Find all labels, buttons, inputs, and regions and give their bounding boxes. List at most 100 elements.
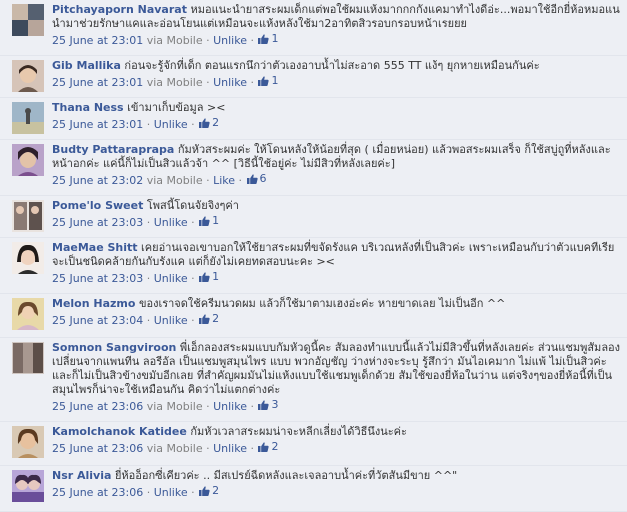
comment-timestamp[interactable]: 25 June at 23:06 [52, 486, 143, 499]
comment-item: Budty Pattaraprapa กัมหัวสระผมค่ะ ให้โดน… [0, 140, 627, 196]
comment-timestamp[interactable]: 25 June at 23:01 [52, 118, 143, 131]
comment-body: Pome'lo Sweet โพสนี้โดนจัยจิงๆค่า 25 Jun… [52, 199, 621, 230]
comment-meta: 25 June at 23:03 · Unlike · 1 [52, 270, 621, 286]
like-count-value: 2 [212, 116, 220, 129]
separator: · [250, 400, 254, 413]
thumbs-up-icon [258, 76, 270, 86]
comment-author[interactable]: Somnon Sangviroon [52, 341, 176, 354]
comment-timestamp[interactable]: 25 June at 23:06 [52, 400, 143, 413]
comment-timestamp[interactable]: 25 June at 23:02 [52, 174, 143, 187]
comment-item: Pitchayaporn Navarat หมอแนะนำยาสระผมเด็ก… [0, 0, 627, 56]
comment-item: Melon Hazmo ของเราจดใช้ครีมนวดผม แล้วก็ใ… [0, 294, 627, 338]
comment-body: Kamolchanok Katidee กัมหัวเวลาสระผมน่าจะ… [52, 425, 621, 456]
separator: · [250, 76, 254, 89]
comment-body: Thana Ness เข้ามาเก็บข้อมูล >< 25 June a… [52, 101, 621, 132]
like-count[interactable]: 2 [198, 484, 219, 498]
separator: · [206, 34, 210, 47]
separator: · [206, 442, 210, 455]
like-count[interactable]: 6 [246, 172, 267, 186]
comment-meta: 25 June at 23:01 via Mobile · Unlike · 1 [52, 74, 621, 90]
like-count-value: 2 [212, 484, 220, 497]
comment-item: Somnon Sangviroon พี่เอ็กลองสระผมแบบกัมห… [0, 338, 627, 422]
separator: · [146, 216, 151, 229]
thumbs-up-icon [246, 174, 258, 184]
comment-author[interactable]: Pitchayaporn Navarat [52, 3, 187, 16]
comment-meta: 25 June at 23:04 · Unlike · 2 [52, 312, 621, 328]
avatar[interactable] [12, 60, 44, 92]
comment-body: Budty Pattaraprapa กัมหัวสระผมค่ะ ให้โดน… [52, 143, 621, 188]
comment-text: ของเราจดใช้ครีมนวดผม แล้วก็ใช้มาตามเฮงอ่… [138, 297, 506, 310]
unlike-button[interactable]: Unlike [213, 34, 247, 47]
separator: · [146, 118, 151, 131]
comment-author[interactable]: Budty Pattaraprapa [52, 143, 174, 156]
separator: · [146, 272, 151, 285]
avatar[interactable] [12, 426, 44, 458]
unlike-button[interactable]: Unlike [154, 272, 188, 285]
comment-item: Pome'lo Sweet โพสนี้โดนจัยจิงๆค่า 25 Jun… [0, 196, 627, 238]
like-count[interactable]: 2 [198, 116, 219, 130]
comment-text: เข้ามาเก็บข้อมูล >< [127, 101, 226, 114]
comment-meta: 25 June at 23:01 via Mobile · Unlike · 1 [52, 32, 621, 48]
unlike-button[interactable]: Unlike [213, 76, 247, 89]
like-count[interactable]: 2 [198, 312, 219, 326]
comment-author[interactable]: Pome'lo Sweet [52, 199, 143, 212]
avatar[interactable] [12, 342, 44, 374]
separator: · [191, 314, 195, 327]
comment-timestamp[interactable]: 25 June at 23:06 [52, 442, 143, 455]
thumbs-up-icon [199, 314, 210, 324]
thumbs-up-icon [199, 486, 210, 496]
comment-author[interactable]: Kamolchanok Katidee [52, 425, 187, 438]
comment-meta: 25 June at 23:06 · Unlike · 2 [52, 484, 621, 500]
like-count[interactable]: 3 [257, 398, 278, 412]
like-count[interactable]: 1 [257, 74, 278, 88]
unlike-button[interactable]: Unlike [154, 118, 188, 131]
comment-text: โพสนี้โดนจัยจิงๆค่า [146, 199, 239, 212]
comment-author[interactable]: Thana Ness [52, 101, 124, 114]
comment-timestamp[interactable]: 25 June at 23:03 [52, 216, 143, 229]
comment-timestamp[interactable]: 25 June at 23:03 [52, 272, 143, 285]
separator: · [250, 442, 254, 455]
comment-timestamp[interactable]: 25 June at 23:04 [52, 314, 143, 327]
unlike-button[interactable]: Unlike [154, 486, 188, 499]
comment-item: Kamolchanok Katidee กัมหัวเวลาสระผมน่าจะ… [0, 422, 627, 466]
thumbs-up-icon [199, 216, 210, 226]
like-count[interactable]: 1 [198, 270, 219, 284]
comment-body: Gib Mallika ก่อนจะรู้จักที่เด็ก ตอนแรกนึ… [52, 59, 621, 90]
avatar[interactable] [12, 298, 44, 330]
separator: · [206, 76, 210, 89]
avatar[interactable] [12, 4, 44, 36]
comment-body: Nsr Alivia ยี่ห้ออ็อกซี่เคียวค่ะ .. มีสเ… [52, 469, 621, 500]
like-count[interactable]: 1 [257, 32, 278, 46]
unlike-button[interactable]: Unlike [213, 400, 247, 413]
unlike-button[interactable]: Unlike [213, 442, 247, 455]
comment-via: via Mobile [146, 400, 203, 413]
like-count-value: 3 [271, 398, 279, 411]
separator: · [146, 486, 151, 499]
unlike-button[interactable]: Unlike [154, 216, 188, 229]
like-button[interactable]: Like [213, 174, 235, 187]
unlike-button[interactable]: Unlike [154, 314, 188, 327]
comment-author[interactable]: Nsr Alivia [52, 469, 111, 482]
avatar[interactable] [12, 144, 44, 176]
avatar[interactable] [12, 242, 44, 274]
avatar[interactable] [12, 102, 44, 134]
like-count[interactable]: 2 [257, 440, 278, 454]
comment-author[interactable]: MaeMae Shitt [52, 241, 138, 254]
comment-timestamp[interactable]: 25 June at 23:01 [52, 34, 143, 47]
like-count[interactable]: 1 [198, 214, 219, 228]
thumbs-up-icon [258, 400, 270, 410]
like-count-value: 1 [212, 270, 220, 283]
avatar[interactable] [12, 200, 44, 232]
comment-timestamp[interactable]: 25 June at 23:01 [52, 76, 143, 89]
comment-meta: 25 June at 23:02 via Mobile · Like · 6 [52, 172, 621, 188]
separator: · [191, 216, 195, 229]
avatar[interactable] [12, 470, 44, 502]
comment-item: Nsr Alivia ยี่ห้ออ็อกซี่เคียวค่ะ .. มีสเ… [0, 466, 627, 512]
thumbs-up-icon [199, 272, 210, 282]
comment-author[interactable]: Gib Mallika [52, 59, 121, 72]
separator: · [238, 174, 243, 187]
separator: · [191, 272, 195, 285]
comment-author[interactable]: Melon Hazmo [52, 297, 135, 310]
thumbs-up-icon [258, 442, 270, 452]
comment-text: ก่อนจะรู้จักที่เด็ก ตอนแรกนึกว่าตัวเองอา… [124, 59, 540, 72]
